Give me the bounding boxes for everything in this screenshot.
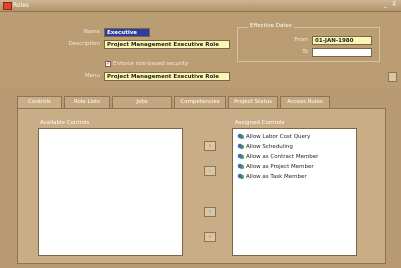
effective-dates-title: Effective Dates bbox=[248, 23, 294, 29]
app-icon bbox=[3, 2, 12, 10]
list-item[interactable]: Allow as Contract Member bbox=[237, 153, 318, 162]
available-controls-list[interactable] bbox=[38, 128, 183, 256]
tab-project-status[interactable]: Project Status bbox=[228, 96, 278, 108]
tab-access-rules[interactable]: Access Rules bbox=[280, 96, 330, 108]
to-label: To bbox=[302, 49, 308, 55]
tab-competencies[interactable]: Competencies bbox=[174, 96, 226, 108]
control-icon bbox=[237, 133, 244, 139]
tab-jobs[interactable]: Jobs bbox=[112, 96, 172, 108]
tab-role-lists[interactable]: Role Lists bbox=[64, 96, 110, 108]
list-item-label: Allow as Contract Member bbox=[246, 154, 319, 160]
maximize-button[interactable]: ⊼ bbox=[392, 1, 396, 8]
list-item-label: Allow as Project Member bbox=[246, 164, 314, 170]
control-icon bbox=[237, 163, 244, 169]
description-field[interactable]: Project Management Executive Role bbox=[104, 40, 230, 49]
list-item[interactable]: Allow Labor Cost Query bbox=[237, 133, 310, 142]
control-icon bbox=[237, 143, 244, 149]
assigned-controls-list[interactable]: Allow Labor Cost Query Allow Scheduling … bbox=[232, 128, 357, 256]
menu-field[interactable]: Project Management Executive Role bbox=[104, 72, 230, 81]
move-right-button[interactable]: › bbox=[204, 166, 216, 176]
from-date-field[interactable]: 01-JAN-1980 bbox=[312, 36, 372, 45]
description-label: Description bbox=[68, 41, 100, 47]
control-icon bbox=[237, 173, 244, 179]
list-item[interactable]: Allow as Project Member bbox=[237, 163, 314, 172]
control-icon bbox=[237, 153, 244, 159]
window-title: Roles bbox=[13, 2, 30, 9]
list-item-label: Allow as Task Member bbox=[246, 174, 307, 180]
list-item[interactable]: Allow Scheduling bbox=[237, 143, 293, 152]
enforce-security-label: Enforce role-based security bbox=[113, 61, 189, 67]
from-label: From bbox=[294, 37, 308, 43]
menu-label: Menu bbox=[84, 73, 100, 79]
available-controls-label: Available Controls bbox=[40, 120, 90, 126]
list-item[interactable]: Allow as Task Member bbox=[237, 173, 307, 182]
minimize-button[interactable]: _ bbox=[384, 1, 387, 8]
title-bar: Roles _ ⊼ bbox=[0, 0, 401, 12]
name-field[interactable]: Executive bbox=[104, 28, 150, 37]
assigned-controls-label: Assigned Controls bbox=[235, 120, 285, 126]
name-label: Name bbox=[83, 29, 100, 35]
list-item-label: Allow Labor Cost Query bbox=[246, 134, 311, 140]
move-left-button[interactable]: ‹ bbox=[204, 207, 216, 217]
to-date-field[interactable] bbox=[312, 48, 372, 57]
move-all-left-button[interactable]: « bbox=[204, 232, 216, 242]
list-item-label: Allow Scheduling bbox=[246, 144, 293, 150]
side-scroll-button[interactable] bbox=[388, 72, 397, 82]
move-all-right-button[interactable]: » bbox=[204, 141, 216, 151]
enforce-security-checkbox[interactable]: ✓ bbox=[105, 61, 111, 67]
